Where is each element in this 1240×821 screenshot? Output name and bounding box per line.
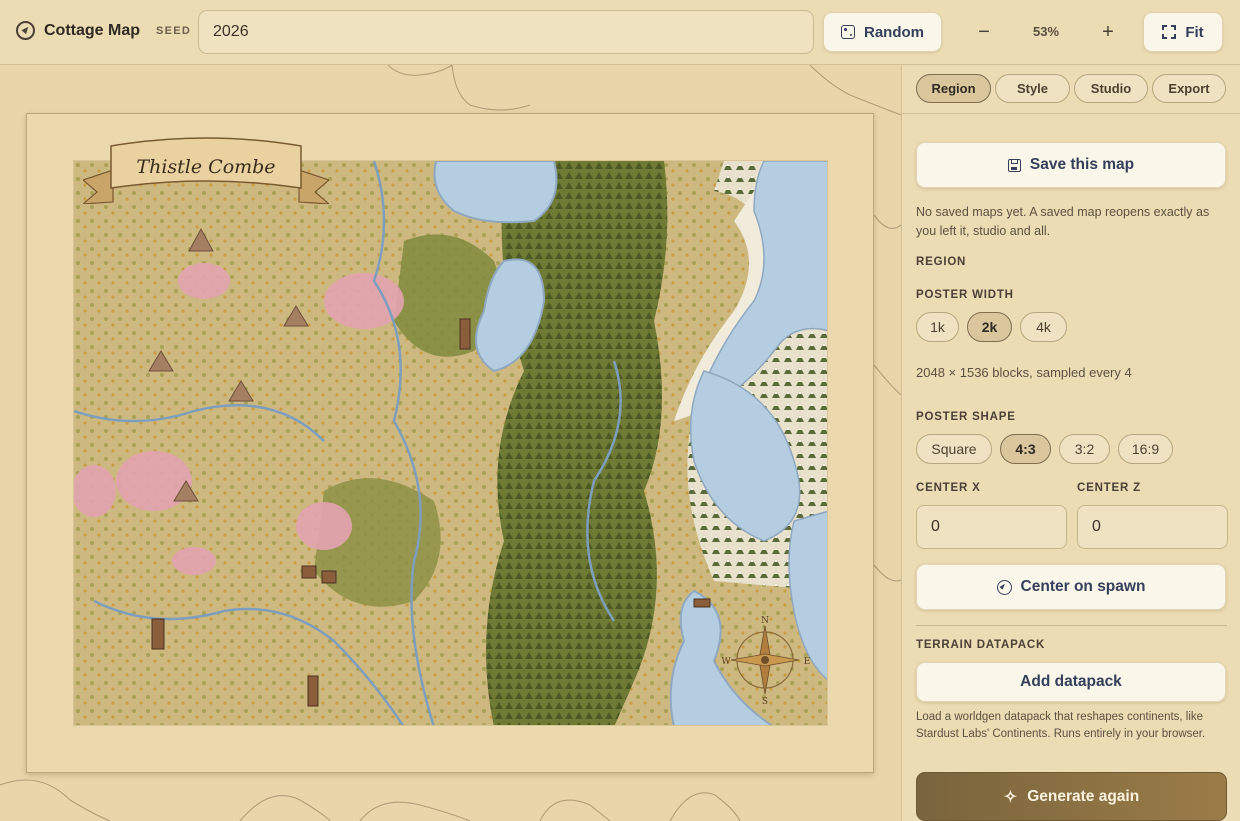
region-heading: REGION	[916, 256, 967, 268]
map-canvas[interactable]: N E S W Thistle Combe	[0, 65, 901, 821]
shape-option-16-9[interactable]: 16:9	[1118, 434, 1173, 464]
shape-option-4-3[interactable]: 4:3	[1000, 434, 1051, 464]
dice-icon	[841, 25, 855, 39]
center-on-spawn-button[interactable]: Center on spawn	[916, 564, 1226, 610]
width-option-2k[interactable]: 2k	[967, 312, 1012, 342]
compass-e: E	[804, 657, 811, 667]
random-button[interactable]: Random	[823, 12, 942, 52]
poster-width-label: POSTER WIDTH	[916, 289, 1014, 301]
seed-input[interactable]	[198, 10, 814, 54]
tab-style[interactable]: Style	[995, 74, 1070, 103]
save-note: No saved maps yet. A saved map reopens e…	[916, 205, 1210, 238]
zoom-level: 53%	[1032, 24, 1060, 39]
sparkle-icon: ✧	[1003, 788, 1018, 806]
app-title: Cottage Map	[44, 21, 140, 39]
expand-icon	[1162, 25, 1177, 39]
fantasy-map: N E S W	[73, 160, 828, 726]
tabs-divider	[902, 113, 1240, 114]
shape-option-square[interactable]: Square	[916, 434, 992, 464]
panel-tabs: Region Style Studio Export	[916, 74, 1226, 103]
tab-studio[interactable]: Studio	[1074, 74, 1148, 103]
map-poster: N E S W Thistle Combe	[26, 113, 874, 773]
random-button-label: Random	[864, 23, 924, 41]
width-option-4k[interactable]: 4k	[1020, 312, 1067, 342]
generate-again-label: Generate again	[1027, 787, 1140, 805]
zoom-in-button[interactable]: +	[1096, 20, 1120, 44]
center-x-input[interactable]	[916, 505, 1067, 549]
poster-width-options: 1k 2k 4k	[916, 312, 1067, 342]
settings-panel: Region Style Studio Export Save this map…	[901, 65, 1240, 821]
map-title-ribbon: Thistle Combe	[81, 130, 331, 205]
map-illustration: N E S W	[74, 161, 827, 725]
center-x-label: CENTER X	[916, 482, 981, 494]
zoom-out-button[interactable]: −	[972, 20, 996, 44]
width-option-1k[interactable]: 1k	[916, 312, 959, 342]
center-on-spawn-label: Center on spawn	[1020, 578, 1146, 595]
top-bar: Cottage Map SEED Random − 53% + Fit	[0, 0, 1240, 65]
save-map-button[interactable]: Save this map	[916, 142, 1226, 188]
floppy-disk-icon	[1007, 158, 1021, 172]
compass-n: N	[761, 616, 769, 626]
terrain-datapack-label: TERRAIN DATAPACK	[916, 639, 1046, 651]
blocks-info: 2048 × 1536 blocks, sampled every 4	[916, 365, 1132, 380]
fit-button-label: Fit	[1185, 23, 1204, 41]
tab-region[interactable]: Region	[916, 74, 991, 103]
section-divider	[916, 625, 1227, 626]
shape-option-3-2[interactable]: 3:2	[1059, 434, 1110, 464]
poster-shape-options: Square 4:3 3:2 16:9	[916, 434, 1173, 464]
fit-button[interactable]: Fit	[1143, 12, 1223, 52]
seed-label: SEED	[156, 25, 192, 37]
poster-shape-label: POSTER SHAPE	[916, 411, 1016, 423]
compass-s: S	[762, 697, 768, 707]
center-z-label: CENTER Z	[1077, 482, 1141, 494]
compass-icon	[996, 579, 1012, 595]
add-datapack-button[interactable]: Add datapack	[916, 662, 1226, 702]
map-title: Thistle Combe	[136, 156, 276, 178]
compass-w: W	[721, 657, 731, 667]
datapack-note: Load a worldgen datapack that reshapes c…	[916, 711, 1206, 740]
compass-icon	[16, 21, 35, 40]
brand: Cottage Map	[16, 21, 140, 40]
save-map-label: Save this map	[1029, 156, 1135, 173]
add-datapack-label: Add datapack	[1020, 673, 1122, 690]
tab-export[interactable]: Export	[1152, 74, 1226, 103]
generate-again-button[interactable]: ✧ Generate again	[916, 772, 1227, 821]
center-z-input[interactable]	[1077, 505, 1228, 549]
